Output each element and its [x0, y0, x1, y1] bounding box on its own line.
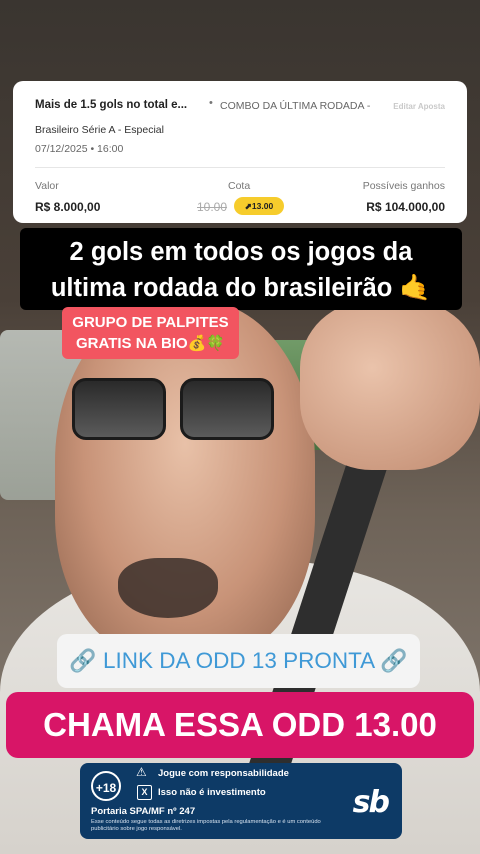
bet-card: Mais de 1.5 gols no total e... • COMBO D… [13, 81, 467, 223]
boosted-odd: 13.00 [251, 201, 274, 211]
link-icon: 🔗 [69, 648, 97, 673]
old-odd: 10.00 [197, 200, 228, 214]
x-box-icon: X [137, 785, 152, 800]
league-name: Brasileiro Série A - Especial [35, 124, 164, 136]
disclaimer-text: Esse conteúdo segue todas as diretrizes … [91, 819, 321, 832]
responsibility-banner: +18 ⚠ Jogue com responsabilidade X Isso … [80, 763, 402, 839]
warning-icon: ⚠ [136, 765, 147, 779]
sunglasses [72, 378, 274, 440]
age-restriction-badge: +18 [91, 771, 121, 801]
arrow-up-icon: ⬈ [244, 201, 252, 211]
bet-combo: COMBO DA ÚLTIMA RODADA - [220, 100, 371, 112]
promo-caption-line1: GRUPO DE PALPITES [72, 314, 229, 331]
odd-label: Cota [228, 180, 251, 192]
sb-logo: sb [352, 785, 390, 820]
money-clover-emoji: 💰🍀 [187, 335, 226, 352]
odd-link-caption[interactable]: 🔗 LINK DA ODD 13 PRONTA 🔗 [57, 634, 420, 688]
match-datetime: 07/12/2025 • 16:00 [35, 143, 124, 155]
promo-caption-line2: GRATIS NA BIO [75, 335, 188, 352]
payout-label: Possíveis ganhos [362, 180, 445, 192]
promo-caption: GRUPO DE PALPITES GRATIS NA BIO💰🍀 [62, 307, 239, 359]
portaria-text: Portaria SPA/MF nº 247 [91, 806, 196, 817]
not-investment-text: Isso não é investimento [158, 787, 266, 798]
link-caption-text: LINK DA ODD 13 PRONTA [103, 648, 374, 673]
bullet-separator: • [209, 97, 213, 109]
divider [35, 167, 445, 168]
person-hand [300, 300, 480, 470]
boosted-odd-badge: ⬈13.00 [234, 197, 284, 215]
value-label: Valor [35, 180, 59, 192]
possible-payout: R$ 104.000,00 [366, 200, 445, 214]
responsibility-text: Jogue com responsabilidade [158, 768, 289, 779]
main-caption-line1: 2 gols em todos os jogos da [69, 238, 413, 266]
edit-bet-button[interactable]: Editar Aposta [393, 102, 445, 111]
main-caption-line2: ultima rodada do brasileirão 🤙 [50, 274, 432, 302]
odd-caption: CHAMA ESSA ODD 13.00 [6, 692, 474, 758]
main-caption: 2 gols em todos os jogos da ultima rodad… [20, 228, 462, 310]
bet-title: Mais de 1.5 gols no total e... [35, 99, 188, 111]
bet-value: R$ 8.000,00 [35, 200, 101, 214]
person-beard [118, 558, 218, 618]
chain-icon: 🔗 [380, 648, 408, 673]
